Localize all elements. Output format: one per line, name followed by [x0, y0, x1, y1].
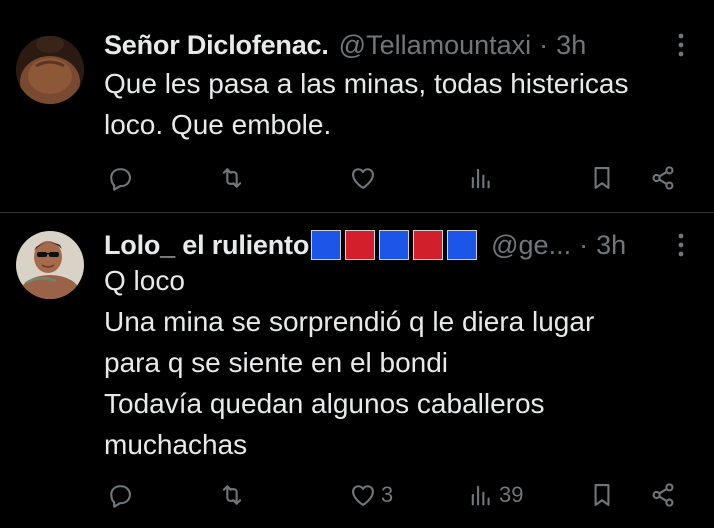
- more-icon: [678, 33, 684, 57]
- post-text-line: Todavía quedan algunos caballeros: [104, 388, 545, 419]
- post-time[interactable]: 3h: [596, 230, 626, 261]
- views-icon: [471, 168, 490, 189]
- post-text-line: para q se siente en el bondi: [104, 347, 449, 378]
- post-text-line: Que les pasa a las minas, todas histeric…: [104, 68, 629, 99]
- avatar[interactable]: [16, 36, 84, 104]
- repost-icon: [222, 485, 242, 505]
- more-button[interactable]: [664, 29, 698, 61]
- view-count: 39: [499, 482, 524, 507]
- repost-button[interactable]: [218, 475, 250, 515]
- share-button[interactable]: [649, 475, 677, 515]
- user-handle[interactable]: @Tellamountaxi: [339, 30, 532, 61]
- more-icon: [678, 233, 684, 257]
- post-text-line: muchachas: [104, 429, 248, 460]
- reply-icon: [110, 485, 131, 508]
- bookmark-button[interactable]: [588, 475, 616, 515]
- post-text: Q loco Una mina se sorprendió q le diera…: [104, 260, 694, 465]
- views-button[interactable]: 39: [467, 475, 523, 515]
- display-name[interactable]: Señor Diclofenac.: [104, 30, 329, 61]
- post-header: Lolo_ el ruliento @ge... · 3h: [104, 227, 698, 263]
- separator: ·: [539, 29, 549, 60]
- post-text: Que les pasa a las minas, todas histeric…: [104, 63, 694, 145]
- share-icon: [652, 483, 674, 507]
- blue-square-icon: [379, 230, 410, 260]
- blue-square-icon: [311, 230, 342, 260]
- like-button[interactable]: [349, 158, 381, 198]
- reply-button[interactable]: [106, 475, 138, 515]
- share-button[interactable]: [649, 158, 677, 198]
- reply-icon: [110, 168, 131, 191]
- post[interactable]: Lolo_ el ruliento @ge... · 3h Q loco Una…: [0, 213, 714, 528]
- more-button[interactable]: [664, 229, 698, 261]
- post-time[interactable]: 3h: [556, 30, 586, 61]
- post-text-line: loco. Que embole.: [104, 109, 332, 140]
- flag-emoji-badges: [311, 230, 481, 260]
- bookmark-icon: [594, 167, 610, 189]
- reply-button[interactable]: [106, 158, 138, 198]
- post-text-line: Q loco: [104, 265, 185, 296]
- red-square-icon: [413, 230, 444, 260]
- action-bar: [104, 158, 698, 198]
- action-bar: 3 39: [104, 475, 698, 515]
- post-header: Señor Diclofenac. @Tellamountaxi · 3h: [104, 27, 698, 63]
- user-handle[interactable]: @ge...: [491, 230, 571, 261]
- post-text-line: Una mina se sorprendió q le diera lugar: [104, 306, 595, 337]
- user-photo-icon: [16, 231, 84, 299]
- like-icon: [352, 485, 374, 506]
- repost-icon: [222, 168, 242, 188]
- user-photo-icon: [16, 36, 84, 104]
- blue-square-icon: [447, 230, 478, 260]
- like-icon: [352, 168, 374, 189]
- separator: ·: [579, 229, 589, 260]
- like-count: 3: [381, 482, 394, 507]
- display-name[interactable]: Lolo_ el ruliento: [104, 230, 309, 261]
- bookmark-icon: [594, 484, 610, 506]
- like-button[interactable]: 3: [349, 475, 393, 515]
- views-button[interactable]: [467, 158, 499, 198]
- share-icon: [652, 166, 674, 190]
- repost-button[interactable]: [218, 158, 250, 198]
- avatar[interactable]: [16, 231, 84, 299]
- post[interactable]: Señor Diclofenac. @Tellamountaxi · 3h Qu…: [0, 0, 714, 212]
- views-icon: [471, 485, 490, 506]
- red-square-icon: [345, 230, 376, 260]
- bookmark-button[interactable]: [588, 158, 616, 198]
